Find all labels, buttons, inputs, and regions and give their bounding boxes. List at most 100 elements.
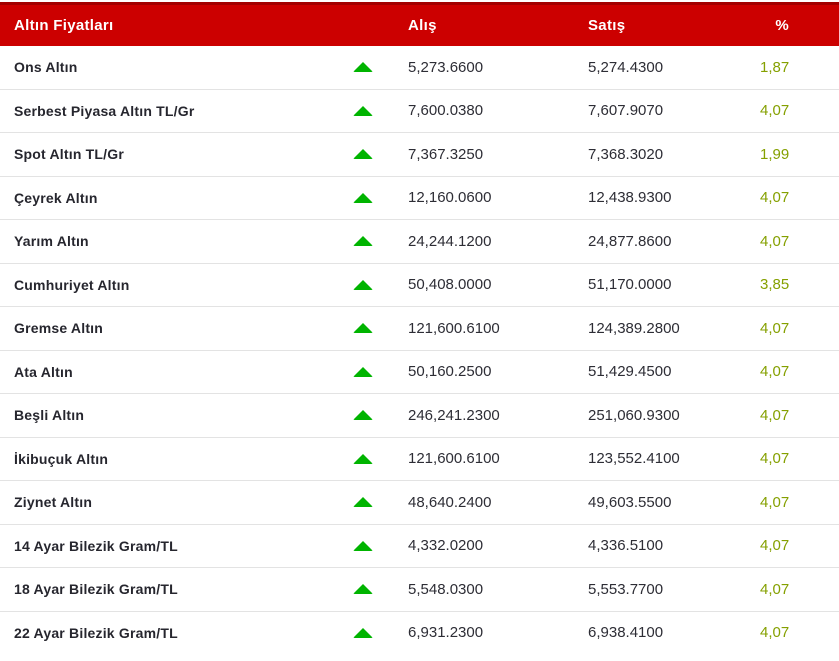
direction-cell <box>352 323 408 334</box>
table-row[interactable]: Beşli Altın 246,241.2300 251,060.9300 4,… <box>0 394 839 438</box>
table-row[interactable]: Yarım Altın 24,244.1200 24,877.8600 4,07 <box>0 220 839 264</box>
up-arrow-icon <box>353 453 373 464</box>
buy-price: 50,408.0000 <box>408 276 492 294</box>
change-percent: 4,07 <box>760 363 790 381</box>
instrument-name: Ons Altın <box>14 59 78 76</box>
sell-price: 124,389.2800 <box>588 319 680 337</box>
header-col-change: % <box>775 17 789 34</box>
sell-price: 123,552.4100 <box>588 450 680 468</box>
direction-cell <box>352 236 408 247</box>
direction-cell <box>352 627 408 638</box>
up-arrow-icon <box>353 497 373 508</box>
up-arrow-icon <box>353 149 373 160</box>
instrument-name: Cumhuriyet Altın <box>14 276 130 293</box>
up-arrow-icon <box>353 410 373 421</box>
table-body: Ons Altın 5,273.6600 5,274.4300 1,87 Ser… <box>0 46 839 654</box>
table-row[interactable]: Ata Altın 50,160.2500 51,429.4500 4,07 <box>0 350 839 394</box>
change-percent: 3,85 <box>760 276 790 294</box>
instrument-name: Serbest Piyasa Altın TL/Gr <box>14 102 195 119</box>
table-row[interactable]: Spot Altın TL/Gr 7,367.3250 7,368.3020 1… <box>0 133 839 177</box>
change-percent: 4,07 <box>760 102 790 120</box>
sell-price: 5,274.4300 <box>588 58 664 76</box>
buy-price: 4,332.0200 <box>408 537 484 555</box>
direction-cell <box>352 62 408 73</box>
instrument-name: 22 Ayar Bilezik Gram/TL <box>14 624 178 641</box>
up-arrow-icon <box>353 279 373 290</box>
buy-price: 24,244.1200 <box>408 232 492 250</box>
direction-cell <box>352 540 408 551</box>
up-arrow-icon <box>353 366 373 377</box>
direction-cell <box>352 105 408 116</box>
buy-price: 5,273.6600 <box>408 58 484 76</box>
up-arrow-icon <box>353 627 373 638</box>
change-percent: 4,07 <box>760 189 790 207</box>
instrument-name: Beşli Altın <box>14 407 85 424</box>
direction-cell <box>352 279 408 290</box>
change-percent: 4,07 <box>760 624 790 642</box>
buy-price: 48,640.2400 <box>408 493 492 511</box>
up-arrow-icon <box>353 584 373 595</box>
table-row[interactable]: Ons Altın 5,273.6600 5,274.4300 1,87 <box>0 46 839 90</box>
direction-cell <box>352 453 408 464</box>
direction-cell <box>352 584 408 595</box>
table-row[interactable]: Çeyrek Altın 12,160.0600 12,438.9300 4,0… <box>0 176 839 220</box>
sell-price: 51,170.0000 <box>588 276 672 294</box>
direction-cell <box>352 366 408 377</box>
table-row[interactable]: 18 Ayar Bilezik Gram/TL 5,548.0300 5,553… <box>0 568 839 612</box>
instrument-name: 18 Ayar Bilezik Gram/TL <box>14 581 178 598</box>
sell-price: 12,438.9300 <box>588 189 672 207</box>
change-percent: 4,07 <box>760 580 790 598</box>
buy-price: 121,600.6100 <box>408 450 500 468</box>
sell-price: 49,603.5500 <box>588 493 672 511</box>
gold-prices-table: Altın Fiyatları Alış Satış % Ons Altın 5… <box>0 0 839 654</box>
change-percent: 4,07 <box>760 493 790 511</box>
sell-price: 7,607.9070 <box>588 102 664 120</box>
instrument-name: Ata Altın <box>14 363 73 380</box>
direction-cell <box>352 497 408 508</box>
buy-price: 7,600.0380 <box>408 102 484 120</box>
instrument-name: Ziynet Altın <box>14 494 93 511</box>
header-col-sell: Satış <box>588 17 626 34</box>
sell-price: 5,553.7700 <box>588 580 664 598</box>
buy-price: 12,160.0600 <box>408 189 492 207</box>
buy-price: 6,931.2300 <box>408 624 484 642</box>
change-percent: 4,07 <box>760 450 790 468</box>
buy-price: 121,600.6100 <box>408 319 500 337</box>
buy-price: 5,548.0300 <box>408 580 484 598</box>
table-row[interactable]: 22 Ayar Bilezik Gram/TL 6,931.2300 6,938… <box>0 611 839 654</box>
table-title: Altın Fiyatları <box>14 17 114 34</box>
sell-price: 251,060.9300 <box>588 406 680 424</box>
change-percent: 1,87 <box>760 58 790 76</box>
table-row[interactable]: Cumhuriyet Altın 50,408.0000 51,170.0000… <box>0 263 839 307</box>
up-arrow-icon <box>353 540 373 551</box>
buy-price: 50,160.2500 <box>408 363 492 381</box>
table-row[interactable]: Ziynet Altın 48,640.2400 49,603.5500 4,0… <box>0 481 839 525</box>
change-percent: 4,07 <box>760 406 790 424</box>
table-row[interactable]: Gremse Altın 121,600.6100 124,389.2800 4… <box>0 307 839 351</box>
buy-price: 246,241.2300 <box>408 406 500 424</box>
up-arrow-icon <box>353 105 373 116</box>
direction-cell <box>352 410 408 421</box>
sell-price: 4,336.5100 <box>588 537 664 555</box>
change-percent: 1,99 <box>760 145 790 163</box>
up-arrow-icon <box>353 62 373 73</box>
sell-price: 51,429.4500 <box>588 363 672 381</box>
direction-cell <box>352 149 408 160</box>
up-arrow-icon <box>353 192 373 203</box>
change-percent: 4,07 <box>760 232 790 250</box>
instrument-name: İkibuçuk Altın <box>14 450 109 467</box>
table-row[interactable]: Serbest Piyasa Altın TL/Gr 7,600.0380 7,… <box>0 89 839 133</box>
sell-price: 7,368.3020 <box>588 145 664 163</box>
instrument-name: Gremse Altın <box>14 320 104 337</box>
table-row[interactable]: İkibuçuk Altın 121,600.6100 123,552.4100… <box>0 437 839 481</box>
instrument-name: Spot Altın TL/Gr <box>14 146 124 163</box>
header-col-buy: Alış <box>408 17 437 34</box>
table-row[interactable]: 14 Ayar Bilezik Gram/TL 4,332.0200 4,336… <box>0 524 839 568</box>
sell-price: 24,877.8600 <box>588 232 672 250</box>
direction-cell <box>352 192 408 203</box>
table-header: Altın Fiyatları Alış Satış % <box>0 2 839 46</box>
up-arrow-icon <box>353 323 373 334</box>
change-percent: 4,07 <box>760 537 790 555</box>
sell-price: 6,938.4100 <box>588 624 664 642</box>
instrument-name: Yarım Altın <box>14 233 89 250</box>
